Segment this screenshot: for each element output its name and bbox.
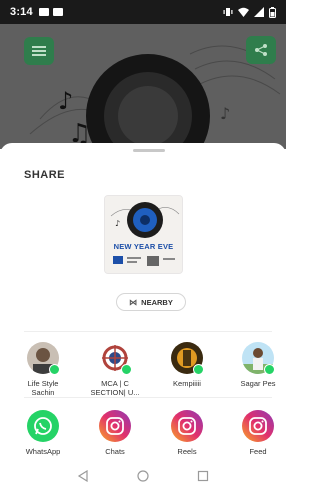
whatsapp-badge-icon: [193, 364, 204, 375]
recents-square-icon[interactable]: [197, 470, 209, 482]
gallery-notification-icon: [52, 8, 63, 16]
instagram-glyph: [178, 417, 196, 435]
contact-label: Kempiiiii: [173, 379, 201, 388]
share-screen: 3:14 ♪ ♫ ♪ SHARE ♪ NEW YEAR EVE ⋈ NEARBY…: [0, 0, 286, 490]
app-label: WhatsApp: [25, 447, 61, 456]
whatsapp-glyph: [34, 417, 52, 435]
whatsapp-badge-icon: [264, 364, 275, 375]
status-time: 3:14: [10, 6, 33, 18]
app-label: Feed: [249, 447, 267, 456]
app-target-chats[interactable]: Chats: [83, 410, 147, 456]
whatsapp-badge-icon: [121, 364, 132, 375]
whatsapp-badge-icon: [49, 364, 60, 375]
svg-text:♪: ♪: [220, 104, 230, 123]
contact-label: Sagar Pes: [240, 379, 276, 388]
contact-label: Life Style Sachin: [27, 379, 59, 397]
poster-speaker-image: ♪: [105, 196, 182, 273]
nearby-label: NEARBY: [141, 297, 173, 307]
battery-icon: [269, 6, 276, 18]
instagram-icon: [171, 410, 203, 442]
contact-target-mca-c-section[interactable]: MCA | C SECTION| U...: [83, 342, 147, 397]
divider-middle: [24, 397, 272, 398]
instagram-icon: [242, 410, 274, 442]
contact-target-kempiiiii[interactable]: Kempiiiii: [155, 342, 219, 388]
nearby-share-button[interactable]: ⋈ NEARBY: [116, 293, 186, 311]
poster-title: NEW YEAR EVE: [113, 242, 174, 251]
app-target-whatsapp[interactable]: WhatsApp: [11, 410, 75, 456]
system-navigation-bar: [0, 462, 286, 490]
whatsapp-icon: [27, 410, 59, 442]
share-sheet: SHARE ♪ NEW YEAR EVE ⋈ NEARBY Life Style…: [0, 143, 286, 490]
contact-target-life-style-sachin[interactable]: Life Style Sachin: [11, 342, 75, 397]
share-title: SHARE: [24, 169, 66, 181]
wifi-icon: [238, 7, 249, 17]
svg-text:♪: ♪: [115, 219, 120, 228]
status-bar: 3:14: [0, 0, 286, 24]
app-target-feed[interactable]: Feed: [226, 410, 286, 456]
svg-text:♪: ♪: [58, 87, 73, 115]
vibrate-icon: [223, 8, 233, 16]
youtube-notification-icon: [38, 8, 49, 16]
menu-icon: [32, 46, 46, 56]
menu-button: [24, 37, 54, 65]
back-triangle-icon[interactable]: [77, 470, 89, 482]
signal-icon: [254, 7, 264, 17]
app-target-reels[interactable]: Reels: [155, 410, 219, 456]
instagram-glyph: [106, 417, 124, 435]
background-app-dimmed: ♪ ♫ ♪: [0, 24, 286, 149]
share-icon: [255, 44, 267, 56]
instagram-icon: [99, 410, 131, 442]
nearby-share-icon: ⋈: [129, 297, 138, 307]
divider-top: [24, 331, 272, 332]
home-circle-icon[interactable]: [137, 470, 149, 482]
contact-label: MCA | C SECTION| U...: [90, 379, 140, 397]
share-button: [246, 36, 276, 64]
app-label: Chats: [105, 447, 125, 456]
sheet-drag-handle[interactable]: [133, 149, 165, 152]
contact-target-sagar-pes[interactable]: Sagar Pes: [226, 342, 286, 388]
share-preview-thumbnail: ♪ NEW YEAR EVE: [104, 195, 183, 274]
app-label: Reels: [177, 447, 197, 456]
instagram-glyph: [249, 417, 267, 435]
